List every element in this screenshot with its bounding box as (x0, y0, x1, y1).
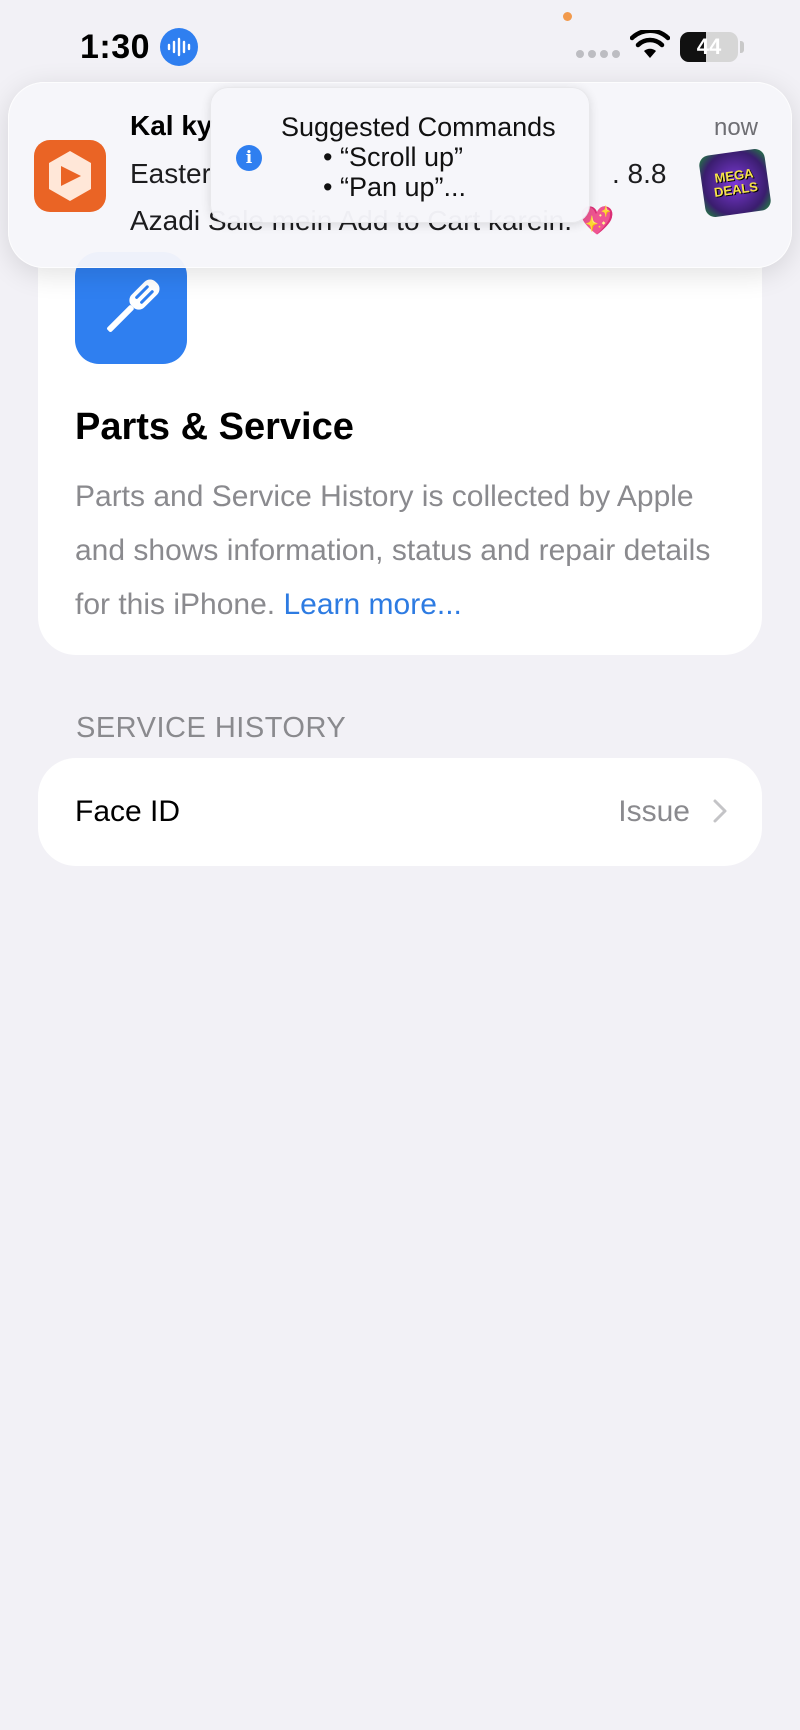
notification-line1-end: . 8.8 (612, 158, 667, 189)
notification-time: now (713, 114, 758, 141)
screwdriver-icon (75, 252, 187, 364)
service-history-header: SERVICE HISTORY (76, 712, 347, 744)
notification-title: Kal ky (130, 110, 213, 141)
parts-service-card: Parts & Service Parts and Service Histor… (38, 200, 762, 655)
learn-more-link[interactable]: Learn more... (283, 588, 461, 621)
status-bar: 1:30 44 (0, 0, 800, 90)
wifi-icon (629, 28, 671, 65)
chevron-right-icon (712, 798, 728, 829)
battery-level: 44 (696, 34, 722, 59)
card-description: Parts and Service History is collected b… (75, 470, 735, 632)
notification-line1-start: Easter (130, 158, 211, 189)
info-icon: i (236, 145, 262, 171)
row-status: Issue (618, 795, 690, 828)
row-label: Face ID (75, 795, 181, 828)
command-scroll-up: • “Scroll up” (323, 142, 463, 172)
battery-cap (740, 41, 744, 53)
status-time: 1:30 (80, 28, 151, 66)
camera-indicator-dot (563, 12, 572, 21)
face-id-row[interactable]: Face ID Issue (38, 758, 762, 866)
mega-deals-thumbnail: MEGA DEALS (698, 147, 772, 219)
command-pan-up: • “Pan up”... (323, 172, 467, 202)
suggested-commands-title: Suggested Commands (281, 112, 556, 142)
suggested-commands-popup: i Suggested Commands • “Scroll up” • “Pa… (210, 87, 590, 223)
card-title: Parts & Service (75, 406, 354, 448)
notification-line1: Easter . 8.8 (130, 158, 666, 190)
app-icon (34, 140, 106, 212)
cellular-signal-icon (576, 50, 620, 58)
voice-control-icon (160, 28, 198, 66)
battery-icon: 44 (680, 32, 738, 62)
